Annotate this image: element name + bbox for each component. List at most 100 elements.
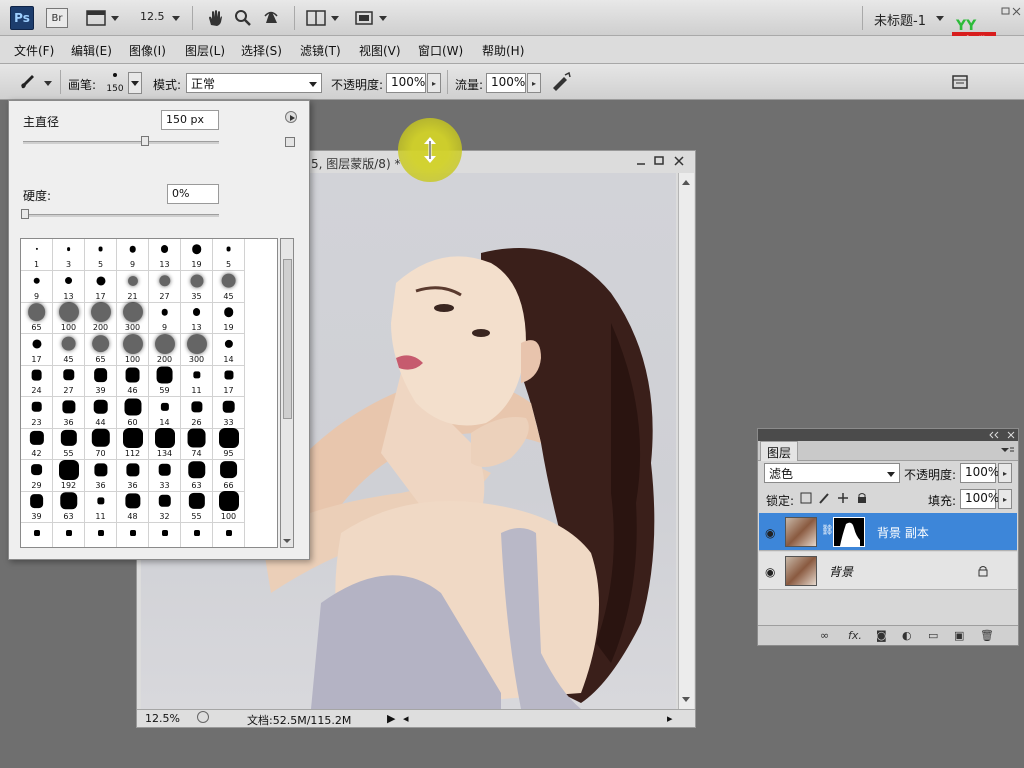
menu-layer[interactable]: 图层(L): [185, 42, 225, 59]
brush-preset[interactable]: [149, 522, 181, 547]
brush-preset[interactable]: 300: [181, 333, 213, 366]
hand-tool-button[interactable]: [204, 7, 226, 29]
brush-preset[interactable]: 39: [85, 365, 117, 397]
brush-preview[interactable]: 150: [104, 70, 126, 96]
new-group-icon[interactable]: ▭: [928, 629, 938, 642]
brush-preset[interactable]: 59: [149, 365, 181, 397]
opacity-slider-toggle[interactable]: ▸: [427, 73, 441, 93]
brush-preset[interactable]: 17: [85, 270, 117, 303]
zoom-readout[interactable]: 12.5%: [145, 712, 180, 725]
brush-preset[interactable]: 23: [21, 396, 53, 429]
brush-preset[interactable]: 100: [213, 491, 245, 523]
brush-preset[interactable]: 45: [53, 333, 85, 366]
brush-preset[interactable]: 55: [181, 491, 213, 523]
layer-row-background-copy[interactable]: ◉ ⛓ 背景 副本: [759, 513, 1017, 551]
master-diameter-input[interactable]: 150 px: [161, 110, 219, 130]
rotate-view-button[interactable]: [260, 7, 282, 29]
brush-preset[interactable]: 66: [213, 459, 245, 492]
brush-preset[interactable]: 5: [85, 239, 117, 271]
photoshop-logo[interactable]: Ps: [10, 6, 34, 30]
visibility-eye-icon[interactable]: ◉: [765, 565, 775, 579]
lock-options[interactable]: [800, 491, 870, 508]
mode-select[interactable]: 正常: [186, 73, 322, 93]
scroll-left-icon[interactable]: ◂: [403, 712, 409, 725]
menu-edit[interactable]: 编辑(E): [71, 42, 112, 59]
brush-preset[interactable]: 14: [149, 396, 181, 429]
status-arrow-icon[interactable]: ▶: [387, 712, 395, 725]
brush-preset[interactable]: 36: [117, 459, 149, 492]
brush-preset[interactable]: 17: [21, 333, 53, 366]
brush-preset[interactable]: [117, 522, 149, 547]
menu-select[interactable]: 选择(S): [241, 42, 282, 59]
link-layers-icon[interactable]: ∞: [820, 629, 829, 642]
panel-menu-icon[interactable]: [1000, 446, 1014, 456]
brush-preset[interactable]: 19: [181, 239, 213, 271]
brush-preset[interactable]: 63: [53, 491, 85, 523]
layer-name[interactable]: 背景 副本: [877, 524, 929, 541]
menu-image[interactable]: 图像(I): [129, 42, 166, 59]
brush-preset[interactable]: 42: [21, 428, 53, 460]
menu-filter[interactable]: 滤镜(T): [300, 42, 341, 59]
zoom-level[interactable]: 12.5: [140, 10, 165, 23]
brush-preset[interactable]: 33: [149, 459, 181, 492]
brush-preset[interactable]: [21, 522, 53, 547]
new-layer-icon[interactable]: ▣: [954, 629, 964, 642]
document-name[interactable]: 未标题-1: [874, 10, 926, 29]
brush-preset[interactable]: 200: [85, 302, 117, 334]
zoom-dropdown[interactable]: [170, 7, 182, 29]
chain-link-icon[interactable]: ⛓: [821, 525, 834, 536]
diameter-slider-knob[interactable]: [141, 136, 149, 146]
menu-help[interactable]: 帮助(H): [482, 42, 524, 59]
panel-menu-icon[interactable]: [285, 111, 297, 123]
brush-preset[interactable]: 48: [117, 491, 149, 523]
menu-view[interactable]: 视图(V): [359, 42, 401, 59]
brush-grid-scrollbar[interactable]: [280, 238, 294, 548]
brush-preset[interactable]: 11: [181, 365, 213, 397]
tab-layers[interactable]: 图层: [760, 441, 799, 461]
brush-preset[interactable]: 27: [53, 365, 85, 397]
brush-preset[interactable]: 13: [149, 239, 181, 271]
opacity-input[interactable]: 100%: [386, 73, 426, 93]
fill-toggle[interactable]: ▸: [998, 489, 1012, 509]
brush-preset[interactable]: [85, 522, 117, 547]
brush-preset[interactable]: 5: [213, 239, 245, 271]
brush-preset[interactable]: 74: [181, 428, 213, 460]
brush-preset[interactable]: 45: [213, 270, 245, 303]
brush-preset[interactable]: 95: [213, 428, 245, 460]
brush-preset[interactable]: 65: [85, 333, 117, 366]
arrange-documents-button[interactable]: [304, 7, 340, 29]
tool-preset-picker[interactable]: [14, 71, 54, 93]
brush-preset[interactable]: 19: [213, 302, 245, 334]
brush-preset[interactable]: [53, 522, 85, 547]
brush-preset[interactable]: 200: [149, 333, 181, 366]
brush-preset[interactable]: 100: [117, 333, 149, 366]
brush-preset[interactable]: [181, 522, 213, 547]
brush-preset[interactable]: 21: [117, 270, 149, 303]
flow-input[interactable]: 100%: [486, 73, 526, 93]
brush-preset[interactable]: 70: [85, 428, 117, 460]
brush-preset[interactable]: 63: [181, 459, 213, 492]
status-menu-icon[interactable]: [197, 711, 209, 723]
hardness-slider-track[interactable]: [23, 214, 219, 217]
brush-preset[interactable]: 27: [149, 270, 181, 303]
screen-mode-button[interactable]: [352, 7, 388, 29]
brush-preset[interactable]: 39: [21, 491, 53, 523]
brush-preset[interactable]: 14: [213, 333, 245, 366]
layer-row-background[interactable]: ◉ 背景: [759, 552, 1017, 590]
brush-preset[interactable]: 9: [117, 239, 149, 271]
brush-preset[interactable]: 29: [21, 459, 53, 492]
brush-preset[interactable]: 17: [213, 365, 245, 397]
brush-preset[interactable]: 33: [213, 396, 245, 429]
blend-mode-select[interactable]: 滤色: [764, 463, 900, 483]
brush-preset[interactable]: 134: [149, 428, 181, 460]
layer-opacity-input[interactable]: 100%: [960, 463, 999, 483]
bridge-button[interactable]: Br: [46, 8, 68, 28]
brush-preset[interactable]: 13: [53, 270, 85, 303]
fill-input[interactable]: 100%: [960, 489, 999, 509]
layer-mask-thumbnail[interactable]: [833, 517, 865, 547]
brush-preset[interactable]: 60: [117, 396, 149, 429]
menu-window[interactable]: 窗口(W): [418, 42, 463, 59]
brush-preset[interactable]: 100: [53, 302, 85, 334]
adjustment-layer-icon[interactable]: ◐: [902, 629, 912, 642]
visibility-eye-icon[interactable]: ◉: [765, 526, 775, 540]
